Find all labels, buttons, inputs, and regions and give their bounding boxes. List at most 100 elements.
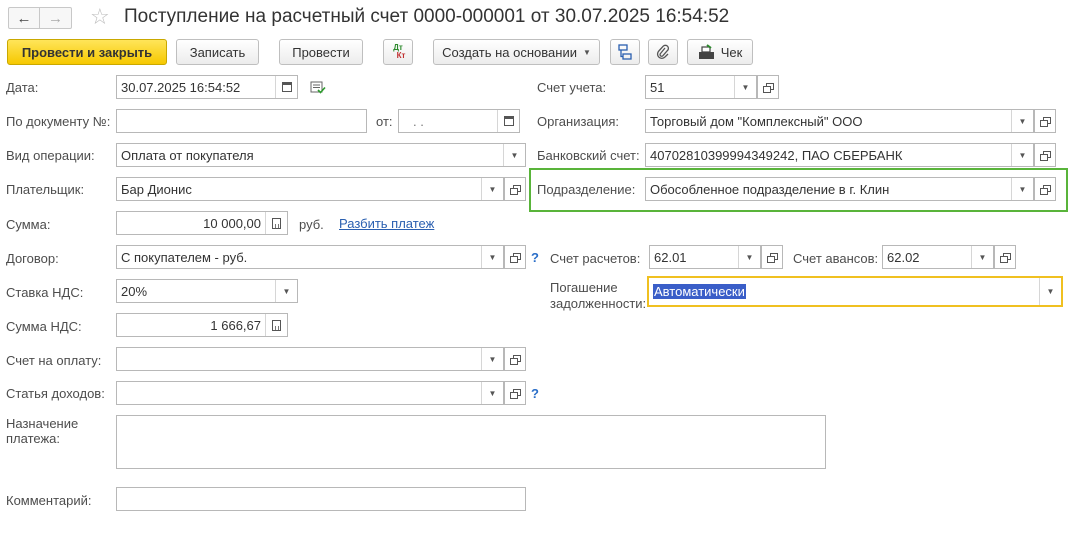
doc-number-label: По документу №: bbox=[6, 114, 111, 129]
open-icon bbox=[510, 184, 521, 195]
doc-number-field[interactable] bbox=[116, 109, 367, 133]
history-button[interactable] bbox=[310, 81, 326, 98]
chevron-down-icon: ▼ bbox=[741, 82, 750, 92]
dropdown-button[interactable]: ▼ bbox=[1039, 278, 1061, 305]
payer-open-button[interactable] bbox=[504, 177, 526, 201]
calculator-icon bbox=[272, 217, 281, 229]
open-icon bbox=[510, 252, 521, 263]
invoice-open-button[interactable] bbox=[504, 347, 526, 371]
contract-open-button[interactable] bbox=[504, 245, 526, 269]
income-item-help-icon[interactable]: ? bbox=[531, 386, 539, 401]
dropdown-button[interactable]: ▼ bbox=[971, 246, 993, 268]
save-button[interactable]: Записать bbox=[176, 39, 259, 65]
dropdown-button[interactable]: ▼ bbox=[481, 348, 503, 370]
dropdown-button[interactable]: ▼ bbox=[1011, 144, 1033, 166]
contract-label: Договор: bbox=[6, 251, 59, 266]
organization-select[interactable]: Торговый дом "Комплексный" ООО ▼ bbox=[645, 109, 1034, 133]
invoice-select[interactable]: ▼ bbox=[116, 347, 504, 371]
dropdown-button[interactable]: ▼ bbox=[481, 178, 503, 200]
debt-repayment-value: Автоматически bbox=[653, 284, 746, 299]
vat-amount-field[interactable]: 1 666,67 bbox=[116, 313, 288, 337]
account-open-button[interactable] bbox=[757, 75, 779, 99]
split-payment-link[interactable]: Разбить платеж bbox=[339, 216, 434, 231]
settlement-account-label: Счет расчетов: bbox=[550, 251, 641, 266]
chevron-down-icon: ▼ bbox=[1018, 150, 1027, 160]
chevron-down-icon: ▼ bbox=[978, 252, 987, 262]
forward-button[interactable]: → bbox=[40, 7, 72, 29]
organization-open-button[interactable] bbox=[1034, 109, 1056, 133]
dropdown-button[interactable]: ▼ bbox=[481, 382, 503, 404]
advance-account-open-button[interactable] bbox=[994, 245, 1016, 269]
doc-date-field[interactable]: . . bbox=[398, 109, 520, 133]
calendar-icon bbox=[281, 82, 292, 92]
chevron-down-icon: ▼ bbox=[488, 354, 497, 364]
payer-select[interactable]: Бар Дионис ▼ bbox=[116, 177, 504, 201]
cash-register-icon bbox=[698, 44, 714, 59]
post-button[interactable]: Провести bbox=[279, 39, 363, 65]
dropdown-button[interactable]: ▼ bbox=[503, 144, 525, 166]
settlement-account-select[interactable]: 62.01 ▼ bbox=[649, 245, 761, 269]
purpose-textarea[interactable] bbox=[116, 415, 826, 469]
open-icon bbox=[767, 252, 778, 263]
contract-help-icon[interactable]: ? bbox=[531, 250, 539, 265]
dropdown-button[interactable]: ▼ bbox=[1011, 178, 1033, 200]
division-select[interactable]: Обособленное подразделение в г. Клин ▼ bbox=[645, 177, 1034, 201]
comment-field[interactable] bbox=[116, 487, 526, 511]
calendar-button[interactable] bbox=[275, 76, 297, 98]
dropdown-button[interactable]: ▼ bbox=[481, 246, 503, 268]
division-open-button[interactable] bbox=[1034, 177, 1056, 201]
chevron-down-icon: ▼ bbox=[745, 252, 754, 262]
payer-label: Плательщик: bbox=[6, 182, 85, 197]
calendar-button[interactable] bbox=[497, 110, 519, 132]
bank-account-open-button[interactable] bbox=[1034, 143, 1056, 167]
calendar-icon bbox=[503, 116, 514, 126]
date-value: 30.07.2025 16:54:52 bbox=[121, 79, 241, 95]
date-field[interactable]: 30.07.2025 16:54:52 bbox=[116, 75, 298, 99]
calculator-button[interactable] bbox=[265, 212, 287, 234]
amount-value: 10 000,00 bbox=[203, 215, 261, 231]
advance-account-value: 62.02 bbox=[887, 249, 920, 265]
calculator-button[interactable] bbox=[265, 314, 287, 336]
bank-account-label: Банковский счет: bbox=[537, 148, 640, 163]
debt-repayment-select[interactable]: Автоматически ▼ bbox=[647, 276, 1063, 307]
bank-account-select[interactable]: 40702810399994349242, ПАО СБЕРБАНК ▼ bbox=[645, 143, 1034, 167]
dropdown-button[interactable]: ▼ bbox=[734, 76, 756, 98]
income-item-select[interactable]: ▼ bbox=[116, 381, 504, 405]
dt-kt-icon-bottom: Кт bbox=[396, 51, 406, 60]
page-title: Поступление на расчетный счет 0000-00000… bbox=[124, 6, 730, 27]
dt-kt-button[interactable]: Дт Кт bbox=[383, 39, 413, 65]
chevron-down-icon: ▼ bbox=[488, 184, 497, 194]
purpose-label: Назначение платежа: bbox=[6, 416, 79, 446]
chevron-down-icon: ▼ bbox=[488, 388, 497, 398]
bank-account-value: 40702810399994349242, ПАО СБЕРБАНК bbox=[650, 147, 903, 163]
operation-select[interactable]: Оплата от покупателя ▼ bbox=[116, 143, 526, 167]
chevron-down-icon: ▼ bbox=[488, 252, 497, 262]
vat-rate-select[interactable]: 20% ▼ bbox=[116, 279, 298, 303]
star-icon[interactable]: ☆ bbox=[90, 4, 110, 30]
structure-button[interactable] bbox=[610, 39, 640, 65]
vat-amount-label: Сумма НДС: bbox=[6, 319, 82, 334]
settlement-account-open-button[interactable] bbox=[761, 245, 783, 269]
back-button[interactable]: ← bbox=[8, 7, 40, 29]
dropdown-button[interactable]: ▼ bbox=[738, 246, 760, 268]
settlement-account-value: 62.01 bbox=[654, 249, 687, 265]
comment-label: Комментарий: bbox=[6, 493, 92, 508]
contract-select[interactable]: С покупателем - руб. ▼ bbox=[116, 245, 504, 269]
amount-field[interactable]: 10 000,00 bbox=[116, 211, 288, 235]
debt-repayment-label-line1: Погашение bbox=[550, 280, 618, 295]
post-and-close-button[interactable]: Провести и закрыть bbox=[7, 39, 167, 65]
receipt-button[interactable]: Чек bbox=[687, 39, 753, 65]
open-icon bbox=[510, 354, 521, 365]
dropdown-button[interactable]: ▼ bbox=[1011, 110, 1033, 132]
chevron-down-icon: ▼ bbox=[510, 150, 519, 160]
create-based-on-label: Создать на основании bbox=[442, 44, 577, 60]
attach-button[interactable] bbox=[648, 39, 678, 65]
paperclip-icon bbox=[656, 44, 670, 60]
income-item-label: Статья доходов: bbox=[6, 386, 105, 401]
chevron-down-icon: ▼ bbox=[1018, 116, 1027, 126]
advance-account-select[interactable]: 62.02 ▼ bbox=[882, 245, 994, 269]
dropdown-button[interactable]: ▼ bbox=[275, 280, 297, 302]
create-based-on-button[interactable]: Создать на основании ▼ bbox=[433, 39, 600, 65]
income-item-open-button[interactable] bbox=[504, 381, 526, 405]
account-select[interactable]: 51 ▼ bbox=[645, 75, 757, 99]
